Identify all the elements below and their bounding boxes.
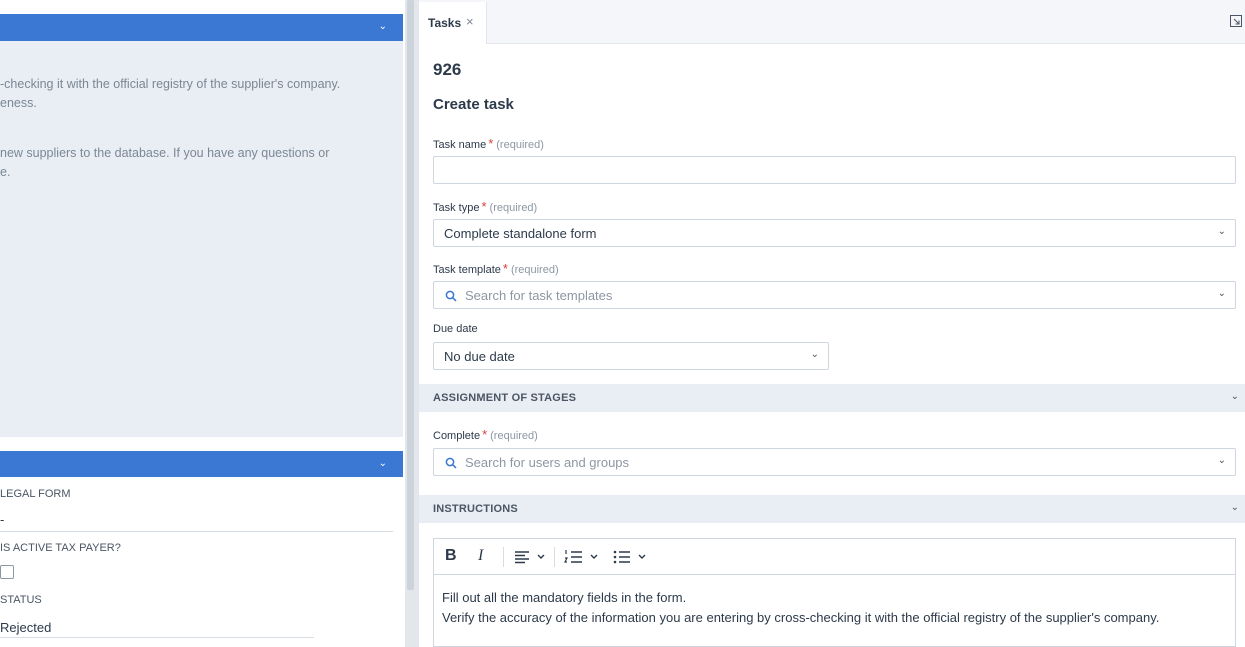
- required-hint: (required): [496, 139, 544, 151]
- chevron-down-icon[interactable]: ⌄: [811, 349, 819, 360]
- description-box: -checking it with the official registry …: [0, 41, 403, 437]
- toolbar-divider: [503, 547, 504, 567]
- description-line: e.: [0, 165, 11, 179]
- task-template-label: Task template * (required): [433, 261, 559, 276]
- required-star: *: [482, 427, 488, 442]
- status-value: Rejected: [0, 620, 52, 635]
- search-icon: [445, 290, 457, 302]
- editor-toolbar: B I: [434, 539, 1235, 575]
- required-hint: (required): [510, 264, 559, 276]
- required-hint: (required): [490, 430, 538, 442]
- status-underline: [0, 637, 314, 638]
- bold-button[interactable]: B: [445, 547, 457, 565]
- label-text: Task type: [433, 202, 480, 214]
- tab-bar: Tasks ×: [419, 0, 1245, 44]
- required-star: *: [481, 199, 487, 214]
- align-button[interactable]: [514, 550, 548, 564]
- required-hint: (required): [489, 202, 538, 214]
- description-line: -checking it with the official registry …: [0, 77, 341, 91]
- chevron-down-icon[interactable]: ⌄: [1231, 391, 1239, 402]
- due-date-label: Due date: [433, 323, 478, 335]
- left-panel: ⌄ -checking it with the official registr…: [0, 0, 405, 647]
- assignee-placeholder: Search for users and groups: [465, 455, 630, 470]
- page-title: Create task: [433, 96, 514, 113]
- task-type-label: Task type * (required): [433, 199, 537, 214]
- instruction-line: Fill out all the mandatory fields in the…: [442, 590, 687, 605]
- italic-button[interactable]: I: [478, 547, 483, 565]
- instructions-editor[interactable]: B I Fill out all the mandatory fields in…: [433, 538, 1236, 647]
- instructions-section-header[interactable]: INSTRUCTIONS ⌄: [419, 495, 1245, 523]
- chevron-down-icon[interactable]: ⌄: [379, 458, 387, 469]
- task-type-value: Complete standalone form: [444, 226, 597, 241]
- legal-form-value: -: [0, 512, 5, 527]
- description-line: new suppliers to the database. If you ha…: [0, 146, 330, 160]
- task-type-select[interactable]: Complete standalone form ⌄: [433, 219, 1236, 247]
- legal-form-underline: [0, 531, 393, 532]
- chevron-down-icon[interactable]: ⌄: [1218, 455, 1226, 466]
- left-top-strip: [0, 0, 405, 14]
- task-name-label: Task name * (required): [433, 136, 544, 151]
- numbered-list-button[interactable]: [564, 549, 602, 565]
- required-star: *: [502, 261, 508, 276]
- assignee-select[interactable]: Search for users and groups ⌄: [433, 448, 1236, 476]
- expand-icon[interactable]: [1230, 15, 1242, 27]
- active-tax-payer-label: IS ACTIVE TAX PAYER?: [0, 542, 121, 554]
- due-date-value: No due date: [444, 349, 515, 364]
- scrollbar-thumb[interactable]: [407, 0, 414, 590]
- bulleted-list-button[interactable]: [613, 549, 651, 565]
- toolbar-divider: [554, 547, 555, 567]
- task-name-input[interactable]: [433, 156, 1236, 184]
- required-star: *: [488, 136, 494, 151]
- tab-label: Tasks: [428, 16, 462, 30]
- tab-tasks[interactable]: Tasks ×: [419, 2, 487, 44]
- description-line: eness.: [0, 96, 37, 110]
- active-tax-payer-checkbox[interactable]: [0, 565, 14, 579]
- task-template-placeholder: Search for task templates: [465, 288, 613, 303]
- search-icon: [445, 457, 457, 469]
- due-date-select[interactable]: No due date ⌄: [433, 342, 829, 370]
- status-label: STATUS: [0, 594, 42, 606]
- chevron-down-icon[interactable]: ⌄: [1218, 288, 1226, 299]
- description-section-header[interactable]: ⌄: [0, 14, 403, 41]
- complete-label: Complete * (required): [433, 427, 538, 442]
- legal-form-label: LEGAL FORM: [0, 488, 71, 500]
- assignment-section-header[interactable]: ASSIGNMENT OF STAGES ⌄: [419, 384, 1245, 412]
- chevron-down-icon[interactable]: ⌄: [379, 21, 387, 32]
- section-title: INSTRUCTIONS: [433, 503, 518, 515]
- chevron-down-icon[interactable]: ⌄: [1218, 226, 1226, 237]
- label-text: Task template: [433, 264, 501, 276]
- instruction-line: Verify the accuracy of the information y…: [442, 610, 1160, 625]
- close-icon[interactable]: ×: [466, 14, 474, 29]
- label-text: Task name: [433, 139, 487, 151]
- task-template-select[interactable]: Search for task templates ⌄: [433, 281, 1236, 309]
- task-id: 926: [433, 60, 462, 79]
- section-title: ASSIGNMENT OF STAGES: [433, 392, 577, 404]
- chevron-down-icon[interactable]: ⌄: [1231, 502, 1239, 513]
- panel-splitter[interactable]: [405, 0, 419, 647]
- task-panel: Tasks × 926 Create task Task name * (requi…: [419, 0, 1245, 647]
- details-section-header[interactable]: ⌄: [0, 451, 403, 477]
- label-text: Complete: [433, 430, 481, 442]
